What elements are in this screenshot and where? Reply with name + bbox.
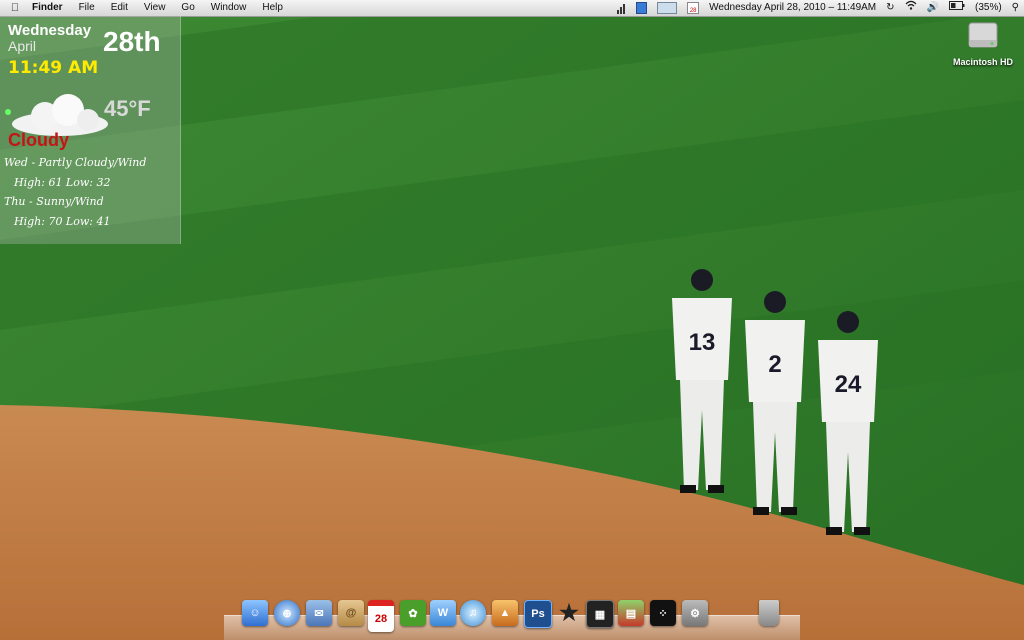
- dreamweaver-icon[interactable]: ✿: [400, 600, 426, 626]
- imovie-icon[interactable]: ★: [556, 600, 582, 626]
- safari-icon[interactable]: ⊕: [274, 600, 300, 626]
- forecast-line: Wed - Partly Cloudy/Wind: [4, 156, 147, 169]
- battery-icon[interactable]: [948, 0, 965, 16]
- menubar-clock[interactable]: Wednesday April 28, 2010 – 11:49AM: [709, 0, 876, 16]
- mail-icon[interactable]: ✉: [306, 600, 332, 626]
- final-cut-icon[interactable]: ▦: [586, 600, 614, 628]
- jersey-number: 13: [689, 329, 716, 356]
- widget-day: Wednesday: [8, 22, 92, 39]
- network-graph-icon[interactable]: [657, 2, 678, 14]
- widget-date: 28th: [103, 26, 161, 57]
- widget-time: 11:49 AM: [8, 58, 99, 78]
- battery-percentage: (35%): [974, 2, 1002, 13]
- word-icon[interactable]: W: [430, 600, 456, 626]
- jersey-number: 2: [768, 351, 781, 378]
- apple-menu-icon[interactable]: : [0, 2, 30, 14]
- system-preferences-icon[interactable]: ⚙: [682, 600, 708, 626]
- date-weather-widget[interactable]: Wednesday April 28th 11:49 AM 45°F Cloud…: [0, 16, 181, 244]
- forecast-temps: High: 70 Low: 41: [14, 215, 111, 228]
- menu-window[interactable]: Window: [203, 0, 255, 16]
- time-machine-icon[interactable]: ↻: [886, 0, 894, 16]
- menu-bar:  Finder File Edit View Go Window Help 2…: [0, 0, 1024, 17]
- photo-app-icon[interactable]: ▤: [618, 600, 644, 626]
- forecast-temps: High: 61 Low: 32: [14, 176, 111, 189]
- dock: ☺ ⊕ ✉ @ 28 ✿ W ♫ ▲ Ps ★ ▦ ▤ ⁘ ⚙: [224, 600, 800, 640]
- trash-icon[interactable]: [759, 600, 779, 626]
- address-book-icon[interactable]: @: [338, 600, 364, 626]
- disk-label: Macintosh HD: [952, 57, 1013, 67]
- menu-view[interactable]: View: [136, 0, 174, 16]
- widget-month: April: [8, 38, 37, 54]
- itunes-icon[interactable]: ♫: [460, 600, 486, 626]
- activity-meter-icon[interactable]: [617, 3, 626, 14]
- ical-icon[interactable]: 28: [368, 600, 394, 632]
- forecast-line: Thu - Sunny/Wind: [4, 195, 104, 208]
- macintosh-hd-disk[interactable]: Macintosh HD: [948, 20, 1018, 67]
- calendar-menu-icon[interactable]: 28: [687, 2, 700, 14]
- jersey-number: 24: [835, 371, 862, 398]
- widget-condition: Cloudy: [8, 130, 69, 150]
- wifi-icon[interactable]: [905, 0, 917, 16]
- iphoto-icon[interactable]: ▲: [492, 600, 518, 626]
- menu-go[interactable]: Go: [173, 0, 202, 16]
- volume-icon[interactable]: 🔊: [927, 0, 939, 16]
- photoshop-icon[interactable]: Ps: [524, 600, 552, 628]
- menu-finder[interactable]: Finder: [30, 0, 71, 16]
- blackberry-icon[interactable]: ⁘: [650, 600, 676, 626]
- hard-drive-icon: [968, 22, 998, 48]
- cpu-monitor-icon[interactable]: [636, 2, 648, 14]
- menu-file[interactable]: File: [71, 0, 103, 16]
- spotlight-search-icon[interactable]: ⚲: [1012, 0, 1019, 16]
- menu-help[interactable]: Help: [254, 0, 291, 16]
- finder-icon[interactable]: ☺: [242, 600, 268, 626]
- menu-edit[interactable]: Edit: [103, 0, 136, 16]
- widget-temperature: 45°F: [104, 96, 151, 121]
